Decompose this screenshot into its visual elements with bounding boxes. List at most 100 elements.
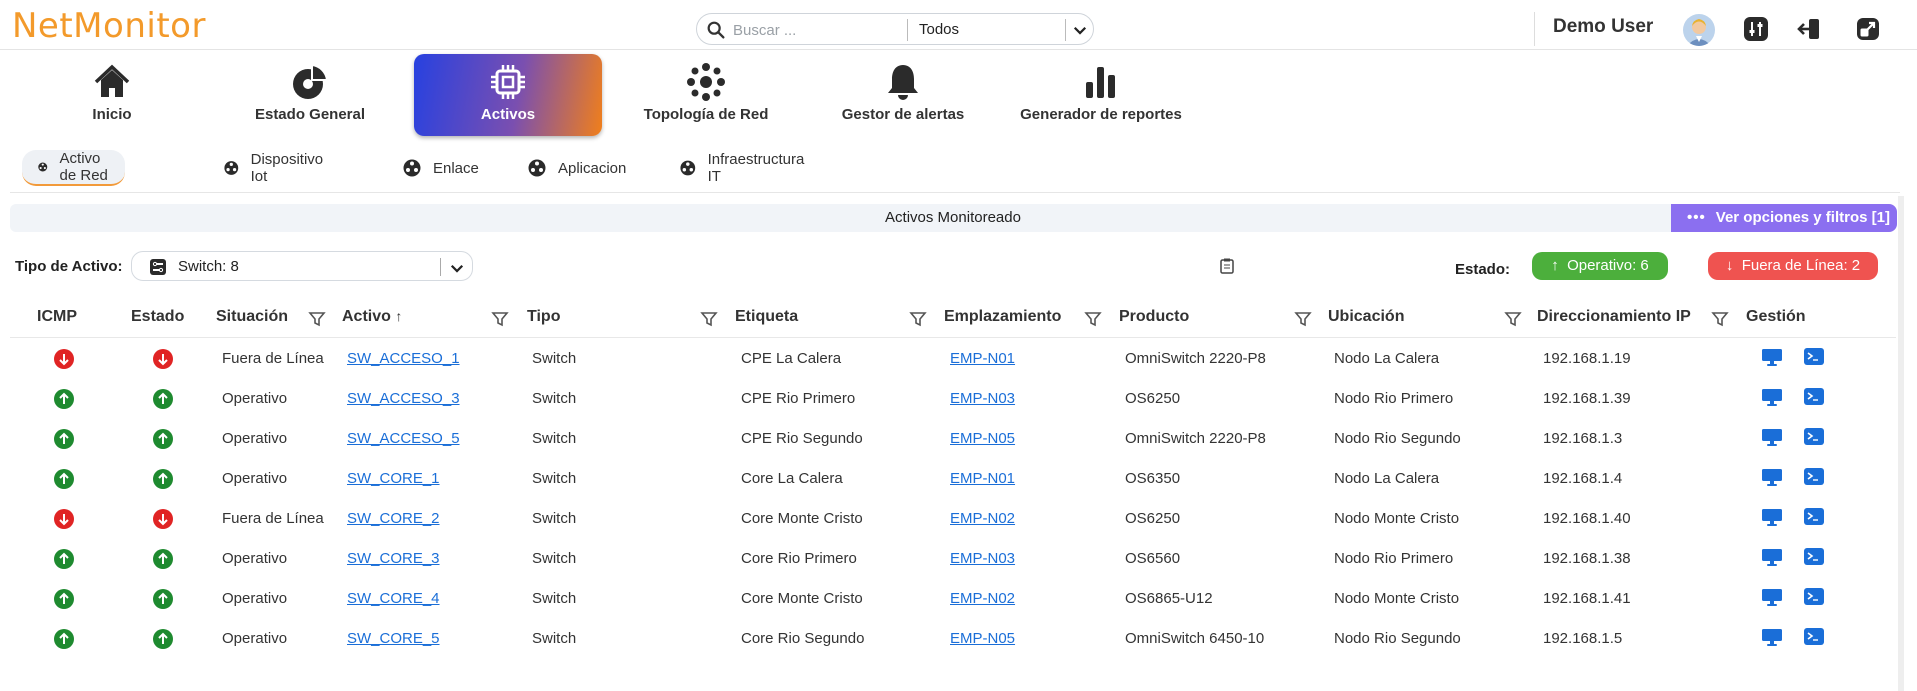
monitor-icon[interactable] [1761,467,1783,487]
settings-sliders-icon[interactable] [1742,15,1770,43]
nodes-icon [528,159,546,177]
logout-icon[interactable] [1796,15,1824,43]
filter-icon[interactable] [909,310,927,328]
filter-icon[interactable] [700,310,718,328]
monitor-icon[interactable] [1761,427,1783,447]
cell-activo-link[interactable]: SW_CORE_3 [347,550,440,567]
filter-icon[interactable] [1504,310,1522,328]
col-header-ubicacion[interactable]: Ubicación [1328,308,1404,326]
terminal-icon[interactable] [1803,507,1825,527]
cell-tipo: Switch [532,590,577,607]
estado-status-up-icon [153,469,173,489]
terminal-icon[interactable] [1803,427,1825,447]
cell-emplazamiento-link[interactable]: EMP-N03 [950,550,1015,567]
estado-status-up-icon [153,589,173,609]
col-header-situacion[interactable]: Situación [216,308,288,326]
topology-icon [687,63,725,101]
expand-window-icon[interactable] [1854,15,1882,43]
filters-button-label: Ver opciones y filtros [1] [1715,209,1890,226]
col-header-emplazamiento[interactable]: Emplazamiento [944,308,1061,326]
table-row: Fuera de Línea SW_CORE_2 Switch Core Monte … [10,499,1896,539]
cell-ubicacion: Nodo Rio Primero [1334,390,1454,407]
panel-title: Activos Monitoreado [10,204,1896,232]
monitor-icon[interactable] [1761,347,1783,367]
cell-activo-link[interactable]: SW_ACCESO_3 [347,390,460,407]
col-header-ip[interactable]: Direccionamiento IP [1537,308,1691,326]
cell-activo-link[interactable]: SW_CORE_1 [347,470,440,487]
cell-emplazamiento-link[interactable]: EMP-N02 [950,510,1015,527]
cell-emplazamiento-link[interactable]: EMP-N01 [950,470,1015,487]
cell-tipo: Switch [532,350,577,367]
cell-activo-link[interactable]: SW_ACCESO_5 [347,430,460,447]
cell-emplazamiento-link[interactable]: EMP-N01 [950,350,1015,367]
filter-icon[interactable] [1711,310,1729,328]
nav-activos[interactable]: Activos [414,54,602,136]
table-row: Operativo SW_CORE_5 Switch Core Rio Segundo… [10,619,1896,659]
col-header-activo[interactable]: Activo ↑ [342,308,402,326]
monitor-icon[interactable] [1761,507,1783,527]
filters-button[interactable]: ••• Ver opciones y filtros [1] [1671,204,1897,232]
cell-producto: OS6560 [1125,550,1181,567]
icmp-status-down-icon [54,509,74,529]
fuera-de-linea-filter-pill[interactable]: ↓ Fuera de Línea: 2 [1708,252,1878,280]
app-logo[interactable]: NetMonitor [12,6,206,46]
bell-icon [888,65,918,100]
nav-generador-reportes[interactable]: Generador de reportes [1018,54,1184,136]
search-scope-select[interactable]: Todos [919,21,959,38]
monitor-icon[interactable] [1761,587,1783,607]
col-header-estado[interactable]: Estado [131,308,184,326]
subtab-aplicacion[interactable]: Aplicacion [528,150,626,186]
cell-emplazamiento-link[interactable]: EMP-N05 [950,630,1015,647]
terminal-icon[interactable] [1803,387,1825,407]
filter-icon[interactable] [308,310,326,328]
search-icon[interactable] [705,19,727,41]
estado-status-down-icon [153,509,173,529]
monitor-icon[interactable] [1761,627,1783,647]
nav-estado-general[interactable]: Estado General [245,54,375,136]
cell-tipo: Switch [532,630,577,647]
terminal-icon[interactable] [1803,467,1825,487]
filter-icon[interactable] [1294,310,1312,328]
nav-inicio[interactable]: Inicio [62,54,162,136]
nav-label: Generador de reportes [1020,106,1182,123]
avatar[interactable] [1683,14,1715,46]
nav-gestor-alertas[interactable]: Gestor de alertas [836,54,970,136]
search-input[interactable] [733,18,899,42]
chevron-down-icon[interactable] [448,259,466,277]
terminal-icon[interactable] [1803,627,1825,647]
chevron-down-icon[interactable] [1071,21,1089,39]
cell-emplazamiento-link[interactable]: EMP-N05 [950,430,1015,447]
col-header-producto[interactable]: Producto [1119,308,1189,326]
terminal-icon[interactable] [1803,547,1825,567]
table-header: ICMP Estado Situación Activo ↑ Tipo Etiq… [10,300,1896,338]
terminal-icon[interactable] [1803,347,1825,367]
tipo-activo-select[interactable]: Switch: 8 [131,251,473,281]
user-name[interactable]: Demo User [1553,16,1653,38]
scrollbar[interactable] [1898,196,1904,691]
col-header-tipo[interactable]: Tipo [527,308,560,326]
nav-topologia[interactable]: Topología de Red [636,54,776,136]
cell-activo-link[interactable]: SW_CORE_2 [347,510,440,527]
cell-emplazamiento-link[interactable]: EMP-N02 [950,590,1015,607]
subtab-dispositivo-iot[interactable]: Dispositivo Iot [224,150,327,186]
cell-activo-link[interactable]: SW_ACCESO_1 [347,350,460,367]
col-header-activo-label: Activo [342,308,391,325]
cell-activo-link[interactable]: SW_CORE_4 [347,590,440,607]
cell-activo-link[interactable]: SW_CORE_5 [347,630,440,647]
clipboard-icon[interactable] [1218,257,1236,275]
table-row: Operativo SW_CORE_3 Switch Core Rio Primero… [10,539,1896,579]
subtab-label: Enlace [433,159,479,177]
cell-ip: 192.168.1.39 [1543,390,1631,407]
cell-emplazamiento-link[interactable]: EMP-N03 [950,390,1015,407]
operativo-filter-pill[interactable]: ↑ Operativo: 6 [1532,252,1668,280]
filter-icon[interactable] [1084,310,1102,328]
col-header-icmp[interactable]: ICMP [37,308,77,326]
monitor-icon[interactable] [1761,547,1783,567]
terminal-icon[interactable] [1803,587,1825,607]
subtab-enlace[interactable]: Enlace [403,150,479,186]
col-header-etiqueta[interactable]: Etiqueta [735,308,798,326]
subtab-infraestructura-it[interactable]: Infraestructura IT [680,150,807,186]
filter-icon[interactable] [491,310,509,328]
subtab-activo-de-red[interactable]: Activo de Red [22,150,125,186]
monitor-icon[interactable] [1761,387,1783,407]
